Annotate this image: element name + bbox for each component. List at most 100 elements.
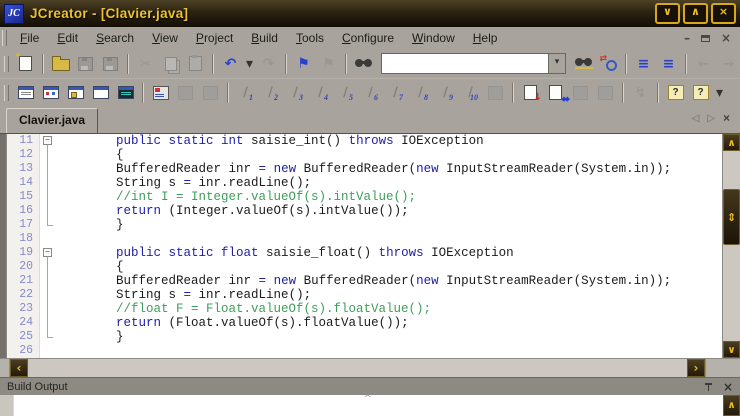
cut-button[interactable]: ✂ — [134, 53, 157, 75]
tool-1-button[interactable]: ∕ 1 — [234, 82, 257, 104]
indent-button[interactable]: ≡ — [632, 53, 655, 75]
menubar-grip[interactable] — [2, 30, 7, 46]
splitter-grip[interactable]: ^ — [364, 394, 372, 404]
tool-5-button[interactable]: ∕ 5 — [334, 82, 357, 104]
code-line[interactable]: 22 String s = inr.readLine(); — [7, 288, 722, 302]
menu-project[interactable]: Project — [187, 28, 242, 48]
new-file-button[interactable] — [14, 51, 37, 75]
toggle-bookmark-button[interactable]: ⚑ — [292, 53, 315, 75]
code-line[interactable]: 24 return (Float.valueOf(s).floatValue()… — [7, 316, 722, 330]
clear-bookmarks-button[interactable]: ⚑ — [317, 53, 340, 75]
view-files-button[interactable] — [64, 82, 87, 104]
menu-view[interactable]: View — [143, 28, 187, 48]
code-line[interactable]: 16 return (Integer.valueOf(s).intValue()… — [7, 204, 722, 218]
code-line[interactable]: 25 } — [7, 330, 722, 344]
code-line[interactable]: 21 BufferedReader inr = new BufferedRead… — [7, 274, 722, 288]
close-button[interactable]: × — [711, 3, 736, 24]
context-help-button[interactable] — [689, 82, 712, 104]
menu-help[interactable]: Help — [464, 28, 507, 48]
tool-3-button[interactable]: ∕ 3 — [284, 82, 307, 104]
code-line[interactable]: 13 BufferedReader inr = new BufferedRead… — [7, 162, 722, 176]
stop-button[interactable] — [484, 82, 507, 104]
forward-button[interactable]: → — [717, 53, 740, 75]
view-document-button[interactable] — [89, 82, 112, 104]
build-file-button[interactable] — [544, 82, 568, 104]
menu-edit[interactable]: Edit — [48, 28, 87, 48]
add-file-button[interactable] — [174, 82, 197, 104]
maximize-button[interactable]: ∧ — [683, 3, 708, 24]
view-workspace-button[interactable] — [14, 82, 37, 104]
run-project-button[interactable] — [594, 82, 617, 104]
paste-button[interactable] — [184, 53, 207, 75]
undo-button[interactable]: ↶ — [219, 53, 242, 75]
save-all-button[interactable] — [99, 53, 122, 75]
project-settings-button[interactable] — [149, 82, 172, 104]
toolbar-grip[interactable] — [4, 55, 9, 72]
combobox-dropdown-button[interactable]: ▾ — [548, 54, 565, 73]
find-button[interactable] — [352, 53, 375, 75]
compile-file-button[interactable] — [519, 82, 542, 104]
tool-10-button[interactable]: ∕ 10 — [459, 82, 482, 104]
code-line[interactable]: 17 } — [7, 218, 722, 232]
build-output-close-button[interactable]: × — [723, 380, 733, 394]
code-line[interactable]: 11 public static int saisie_int() throws… — [7, 134, 722, 148]
scroll-up-button[interactable]: ∧ — [723, 134, 740, 151]
code-line[interactable]: 19 public static float saisie_float() th… — [7, 246, 722, 260]
remove-file-button[interactable] — [199, 82, 222, 104]
menu-configure[interactable]: Configure — [333, 28, 403, 48]
search-combobox[interactable]: ▾ — [381, 53, 566, 74]
scroll-right-button[interactable]: › — [687, 359, 705, 377]
code-line[interactable]: 20 { — [7, 260, 722, 274]
menu-search[interactable]: Search — [87, 28, 143, 48]
find-in-files-button[interactable] — [572, 53, 595, 75]
outdent-button[interactable]: ≡ — [657, 53, 680, 75]
search-combobox-input[interactable] — [382, 54, 548, 73]
toolbar2-options-dropdown[interactable]: ▾ — [714, 82, 725, 104]
menu-file[interactable]: File — [11, 28, 48, 48]
fold-marker[interactable] — [40, 246, 56, 260]
help-button[interactable] — [664, 82, 687, 104]
open-file-button[interactable] — [49, 53, 72, 75]
replace-button[interactable] — [597, 53, 620, 75]
mdi-minimize-button[interactable]: – — [684, 31, 690, 45]
scroll-track[interactable] — [723, 245, 740, 341]
code-area[interactable]: 11 public static int saisie_int() throws… — [7, 134, 722, 358]
tab-scroll-right-button[interactable]: ▷ — [707, 113, 715, 124]
tool-8-button[interactable]: ∕ 8 — [409, 82, 432, 104]
save-button[interactable] — [74, 53, 97, 75]
tool-9-button[interactable]: ∕ 9 — [434, 82, 457, 104]
code-line[interactable]: 14 String s = inr.readLine(); — [7, 176, 722, 190]
mdi-restore-button[interactable] — [700, 34, 710, 42]
tool-2-button[interactable]: ∕ 2 — [259, 82, 282, 104]
toolbar-grip-2[interactable] — [4, 84, 9, 101]
copy-button[interactable] — [159, 53, 182, 75]
menu-build[interactable]: Build — [242, 28, 287, 48]
redo-button[interactable]: ↷ — [257, 53, 280, 75]
code-line[interactable]: 15 //int I = Integer.valueOf(s).intValue… — [7, 190, 722, 204]
minimize-button[interactable]: ∨ — [655, 3, 680, 24]
tab-clavier-java[interactable]: Clavier.java — [6, 108, 99, 133]
code-line[interactable]: 23 //float F = Float.valueOf(s).floatVal… — [7, 302, 722, 316]
view-output-button[interactable] — [114, 82, 137, 104]
pin-icon[interactable] — [704, 382, 713, 392]
scroll-thumb[interactable]: ⇕ — [723, 189, 740, 245]
scroll-down-button[interactable]: ∨ — [723, 341, 740, 358]
tab-close-button[interactable]: × — [723, 111, 730, 125]
code-line[interactable]: 26 — [7, 344, 722, 358]
build-project-button[interactable] — [569, 82, 592, 104]
tool-4-button[interactable]: ∕ 4 — [309, 82, 332, 104]
menu-window[interactable]: Window — [403, 28, 464, 48]
code-line[interactable]: 18 — [7, 232, 722, 246]
scroll-left-button[interactable]: ‹ — [10, 359, 28, 377]
menu-tools[interactable]: Tools — [287, 28, 333, 48]
undo-dropdown[interactable]: ▾ — [244, 53, 255, 75]
mdi-close-button[interactable]: × — [721, 31, 731, 45]
scroll-track[interactable] — [28, 359, 687, 377]
scroll-track[interactable] — [723, 151, 740, 189]
tab-scroll-left-button[interactable]: ◁ — [692, 113, 700, 124]
fold-marker[interactable] — [40, 134, 56, 148]
code-line[interactable]: 12 { — [7, 148, 722, 162]
tool-7-button[interactable]: ∕ 7 — [384, 82, 407, 104]
build-output-scroll-up-button[interactable]: ∧ — [723, 395, 740, 416]
back-button[interactable]: ← — [692, 53, 715, 75]
